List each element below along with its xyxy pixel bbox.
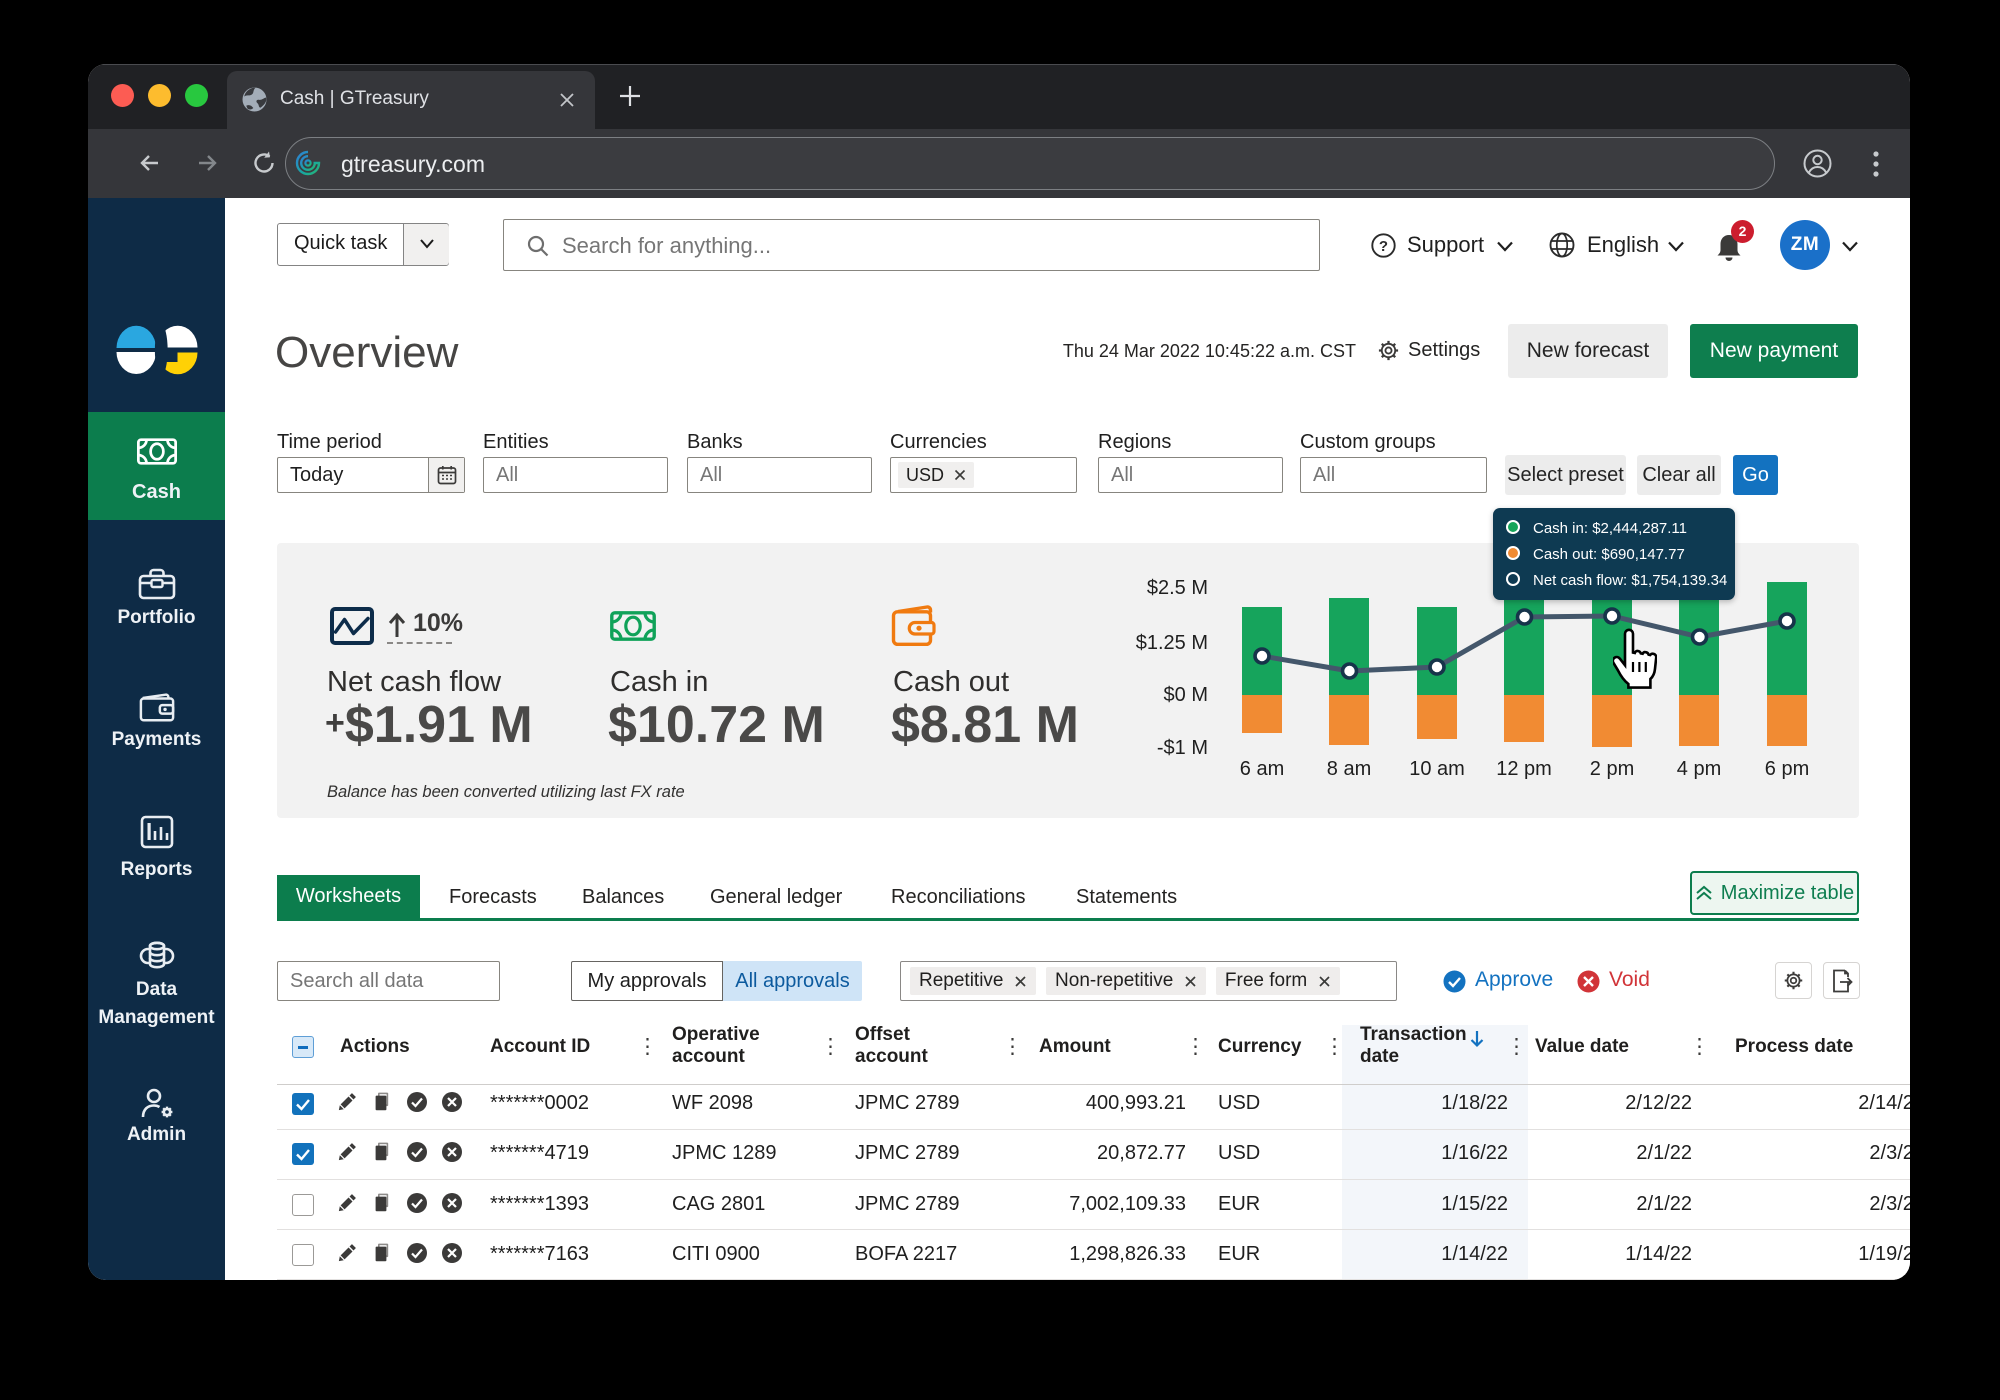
svg-text:?: ? [1379,238,1388,255]
